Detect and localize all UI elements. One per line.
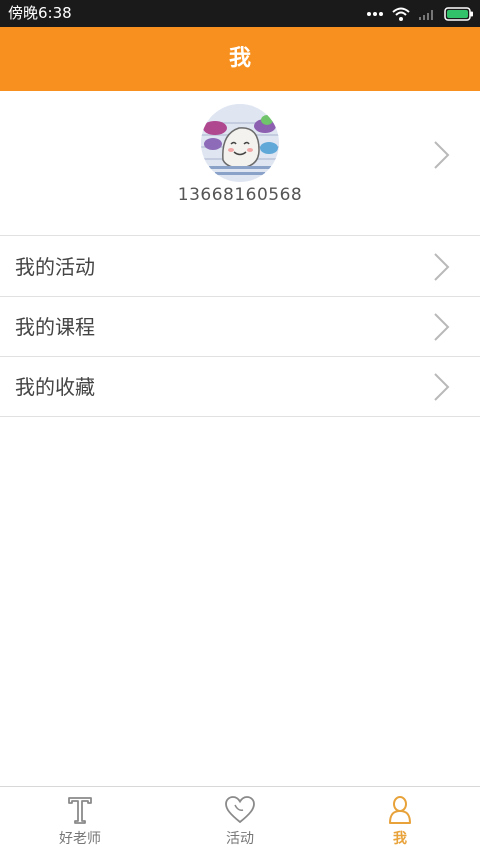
- dots-icon: [366, 11, 384, 17]
- chevron-right-icon: [432, 372, 452, 402]
- menu-item-label: 我的收藏: [15, 375, 95, 399]
- profile-phone: 13668160568: [177, 185, 303, 205]
- tab-activities[interactable]: 活动: [160, 787, 320, 854]
- menu-item-my-courses[interactable]: 我的课程: [0, 297, 480, 357]
- chevron-right-icon: [432, 312, 452, 342]
- tab-label: 我: [393, 831, 407, 847]
- avatar[interactable]: [201, 104, 279, 182]
- person-icon: [384, 795, 416, 825]
- menu-item-my-activities[interactable]: 我的活动: [0, 237, 480, 297]
- tab-me[interactable]: 我: [320, 787, 480, 854]
- wifi-icon: [392, 7, 410, 21]
- tab-bar: 好老师 活动 我: [0, 786, 480, 854]
- menu-item-my-favorites[interactable]: 我的收藏: [0, 357, 480, 417]
- menu-item-label: 我的活动: [15, 255, 95, 279]
- menu-item-label: 我的课程: [15, 315, 95, 339]
- battery-icon: [444, 6, 474, 21]
- menu-list: 我的活动 我的课程 我的收藏: [0, 237, 480, 417]
- status-time: 傍晚6:38: [8, 4, 72, 22]
- chevron-right-icon: [432, 140, 452, 170]
- profile-section[interactable]: 13668160568: [0, 91, 480, 236]
- tab-teachers[interactable]: 好老师: [0, 787, 160, 854]
- tab-label: 好老师: [59, 831, 101, 847]
- chevron-right-icon: [432, 252, 452, 282]
- status-icons: [358, 4, 474, 23]
- status-bar: 傍晚6:38: [0, 0, 480, 27]
- tab-label: 活动: [226, 831, 254, 847]
- teacher-icon: [64, 795, 96, 825]
- page-title: 我: [228, 46, 251, 71]
- signal-icon: [418, 8, 436, 20]
- heart-icon: [224, 795, 256, 825]
- app-header: 我: [0, 27, 480, 91]
